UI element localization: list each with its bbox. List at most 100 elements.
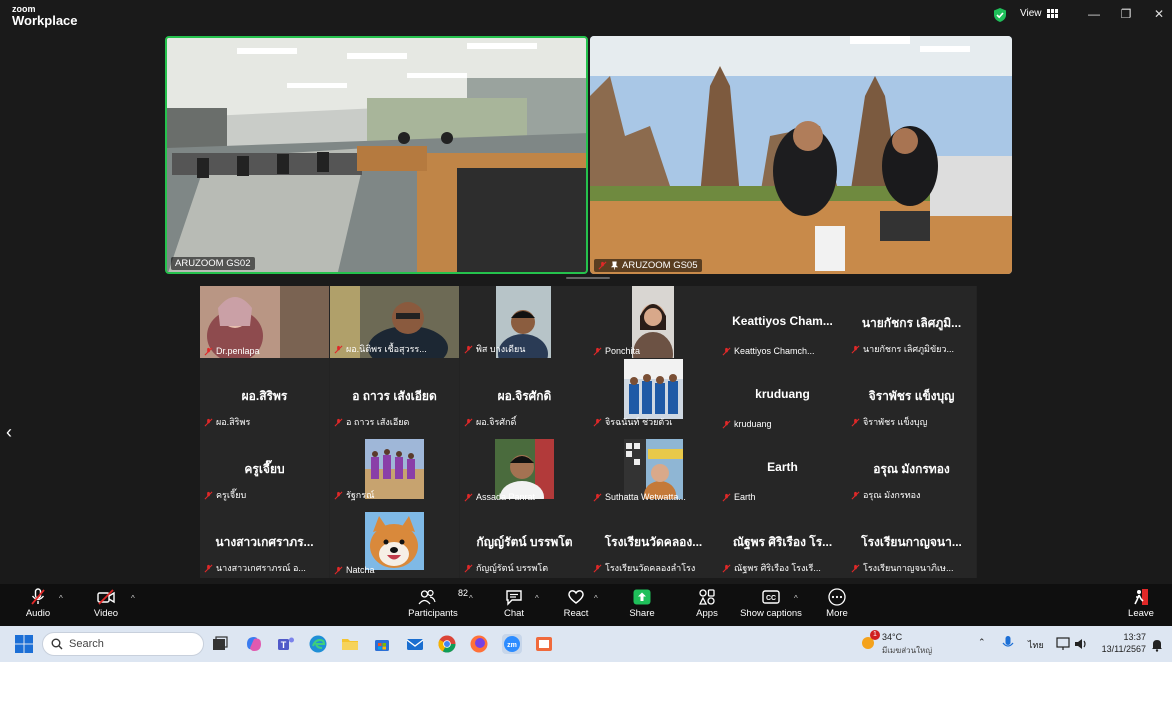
captions-button[interactable]: CC Show captions xyxy=(736,588,806,619)
mic-muted-icon xyxy=(851,491,860,499)
participant-tile[interactable]: kruduang kruduang xyxy=(718,359,847,432)
participant-tile[interactable]: โรงเรียนวัดคลอง... โรงเรียนวัดคลองลำโรง xyxy=(589,505,718,578)
participant-name: กัญญ์รัตน์ บรรพโต xyxy=(476,535,573,549)
video-options-caret[interactable]: ^ xyxy=(131,594,135,603)
mic-muted-icon xyxy=(722,493,731,501)
participant-tile[interactable]: รัฐกรณ์ xyxy=(330,432,459,505)
search-icon xyxy=(51,638,63,650)
chrome-icon[interactable] xyxy=(437,634,457,654)
participants-options-caret[interactable]: ^ xyxy=(469,594,473,603)
store-icon[interactable] xyxy=(372,634,392,654)
participant-tile[interactable]: พิส บางเดียน xyxy=(460,286,589,359)
task-view-icon[interactable] xyxy=(210,634,230,654)
video-feed-meeting-room xyxy=(167,38,586,272)
mic-muted-icon xyxy=(722,347,731,355)
participant-name: อ ถาวร เสังเอียด xyxy=(352,389,437,403)
windows-start-icon[interactable] xyxy=(14,634,34,654)
audio-options-caret[interactable]: ^ xyxy=(59,594,63,603)
more-button[interactable]: More xyxy=(802,588,872,619)
participant-tile[interactable]: Keattiyos Cham... Keattiyos Chamch... xyxy=(718,286,847,359)
chat-button[interactable]: Chat xyxy=(479,588,549,619)
participant-tile[interactable]: นายกัชกร เลิศภูมิ... นายกัชกร เลิศภูมิขั… xyxy=(847,286,976,359)
microphone-icon[interactable] xyxy=(1000,635,1016,651)
audio-button[interactable]: Audio xyxy=(3,588,73,619)
participant-tile[interactable]: Natcha xyxy=(330,505,459,578)
file-explorer-icon[interactable] xyxy=(340,634,360,654)
participant-name: Earth xyxy=(767,460,798,474)
weather-temp: 34°C xyxy=(882,632,903,642)
shield-check-icon[interactable] xyxy=(993,8,1007,22)
participant-tile[interactable]: นางสาวเกศราภร... นางสาวเกศราภรณ์ อ... xyxy=(200,505,329,578)
notification-bell-icon[interactable] xyxy=(1150,638,1164,652)
participant-tile[interactable]: จิรฉนันท์ ช่วยตัวเ xyxy=(589,359,718,432)
participant-tile[interactable]: อรุณ มังกรทอง อรุณ มังกรทอง xyxy=(847,432,976,505)
chevron-up-icon[interactable]: ⌃ xyxy=(978,637,986,648)
teams-icon[interactable]: T xyxy=(276,634,296,654)
react-options-caret[interactable]: ^ xyxy=(594,594,598,603)
participant-tile[interactable]: ผอ.สิริพร ผอ.สิริพร xyxy=(200,359,329,432)
participants-button[interactable]: 82 Participants xyxy=(398,588,468,619)
apps-button[interactable]: Apps xyxy=(672,588,742,619)
participant-avatar xyxy=(624,439,683,499)
leave-button[interactable]: Leave xyxy=(1106,588,1172,619)
participant-tile[interactable]: จิราพัชร แข็งบุญ จิราพัชร แข็งบุญ xyxy=(847,359,976,432)
mic-muted-icon xyxy=(334,418,343,426)
participant-tile[interactable]: อ ถาวร เสังเอียด อ ถาวร เสังเอียด xyxy=(330,359,459,432)
presentation-icon[interactable] xyxy=(534,634,554,654)
close-icon[interactable]: ✕ xyxy=(1151,7,1167,21)
participant-name: นายกัชกร เลิศภูมิ... xyxy=(861,316,962,330)
volume-icon[interactable] xyxy=(1073,636,1089,652)
windows-taskbar: Search T zm 1 34°C มีเมฆส่วนใหญ่ ⌃ ไทย 1… xyxy=(0,626,1172,662)
network-icon[interactable] xyxy=(1055,636,1071,652)
participant-tile[interactable]: โรงเรียนกาญจนา... โรงเรียนกาญจนาภิเษ... xyxy=(847,505,976,578)
video-name-label: ARUZOOM GS02 xyxy=(171,257,255,270)
participant-tile[interactable]: ผอ.นิติพร เชื้อสุวรร... xyxy=(330,286,459,359)
leave-icon xyxy=(1134,589,1148,605)
participant-tile[interactable]: Dr.penlapa xyxy=(200,286,329,359)
clock[interactable]: 13:37 13/11/2567 xyxy=(1098,632,1146,654)
edge-icon[interactable] xyxy=(308,634,328,654)
mic-muted-icon xyxy=(593,418,602,426)
mic-muted-icon xyxy=(204,564,213,572)
minimize-icon[interactable]: — xyxy=(1086,7,1102,21)
participant-name: ผอ.จิรศักดิ xyxy=(497,389,552,403)
weather-desc: มีเมฆส่วนใหญ่ xyxy=(882,646,933,655)
video-tile-gs05[interactable]: ARUZOOM GS05 xyxy=(590,36,1012,274)
weather-badge: 1 xyxy=(870,630,880,640)
participant-tile[interactable]: กัญญ์รัตน์ บรรพโต กัญญ์รัตน์ บรรพโต xyxy=(460,505,589,578)
participant-tile[interactable]: Suthatta Wetwatta... xyxy=(589,432,718,505)
mic-muted-icon xyxy=(851,418,860,426)
chat-options-caret[interactable]: ^ xyxy=(535,594,539,603)
view-button[interactable]: View xyxy=(1020,8,1058,19)
taskbar-search-box[interactable]: Search xyxy=(42,632,204,656)
video-button[interactable]: Video xyxy=(71,588,141,619)
title-bar: zoom Workplace View — ❐ ✕ xyxy=(0,0,1172,32)
mic-muted-icon xyxy=(851,564,860,572)
zoom-logo: zoom Workplace xyxy=(12,4,78,28)
video-tile-gs02[interactable]: ARUZOOM GS02 xyxy=(165,36,588,274)
camera-off-icon xyxy=(97,589,115,605)
firefox-icon[interactable] xyxy=(469,634,489,654)
participant-tile[interactable]: ครูเจี๊ยบ ครูเจี๊ยบ xyxy=(200,432,329,505)
restore-icon[interactable]: ❐ xyxy=(1118,7,1134,21)
participant-tile[interactable]: ณัฐพร ศิริเรือง โร... ณัฐพร ศิริเรือง โร… xyxy=(718,505,847,578)
participant-tile[interactable]: Ponchita xyxy=(589,286,718,359)
share-button[interactable]: Share xyxy=(607,588,677,619)
copilot-icon[interactable] xyxy=(244,634,264,654)
clock-time: 13:37 xyxy=(1123,632,1146,642)
language-indicator[interactable]: ไทย xyxy=(1028,638,1044,652)
participant-tile[interactable]: ผอ.จิรศักดิ ผอ.จิรศักดิ์ xyxy=(460,359,589,432)
chat-icon xyxy=(506,590,522,606)
chevron-left-icon[interactable]: ‹ xyxy=(6,422,12,443)
mic-muted-icon xyxy=(593,564,602,572)
participant-name: ผอ.สิริพร xyxy=(241,389,288,403)
zoom-taskbar-icon[interactable]: zm xyxy=(502,634,522,654)
react-button[interactable]: React xyxy=(541,588,611,619)
mic-muted-icon xyxy=(464,345,473,353)
brand-bottom: Workplace xyxy=(12,13,78,28)
participant-tile[interactable]: Assada Panrat xyxy=(460,432,589,505)
captions-options-caret[interactable]: ^ xyxy=(794,594,798,603)
participant-tile[interactable]: Earth Earth xyxy=(718,432,847,505)
resize-handle[interactable] xyxy=(566,277,610,279)
mail-icon[interactable] xyxy=(405,634,425,654)
